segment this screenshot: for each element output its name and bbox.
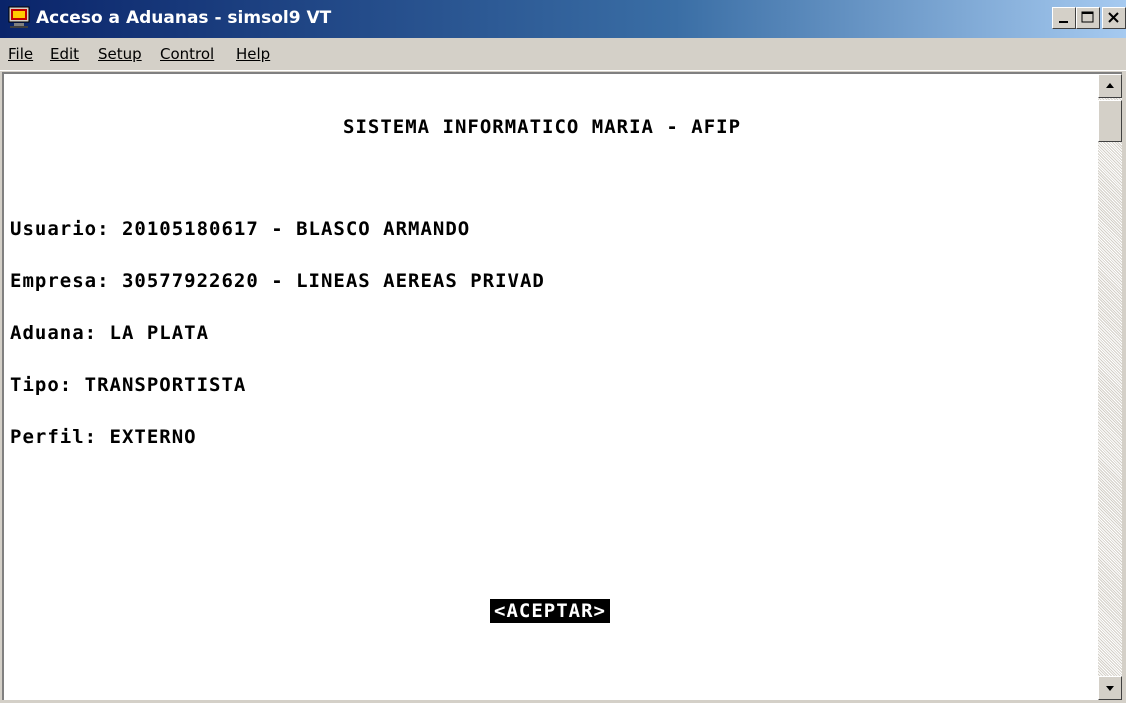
- menu-setup[interactable]: Setup: [98, 45, 142, 63]
- vertical-scrollbar[interactable]: [1098, 74, 1122, 700]
- aduana-line: Aduana: LA PLATA: [10, 322, 210, 344]
- menu-help-label: Help: [236, 45, 271, 63]
- menu-edit-label: Edit: [50, 45, 80, 63]
- close-icon: [1108, 12, 1119, 23]
- menu-file[interactable]: File: [8, 45, 33, 63]
- terminal-frame: SISTEMA INFORMATICO MARIA - AFIP Usuario…: [2, 72, 1122, 700]
- tipo-line: Tipo: TRANSPORTISTA: [10, 374, 247, 396]
- menu-control[interactable]: Control: [160, 45, 214, 63]
- minimize-button[interactable]: [1052, 7, 1076, 29]
- window-title: Acceso a Aduanas - simsol9 VT: [36, 8, 332, 28]
- perfil-line: Perfil: EXTERNO: [10, 426, 197, 448]
- terminal-app-icon[interactable]: [8, 6, 30, 28]
- maximize-button[interactable]: [1076, 7, 1100, 29]
- menu-setup-label: Setup: [98, 45, 142, 63]
- usuario-line: Usuario: 20105180617 - BLASCO ARMANDO: [10, 218, 471, 240]
- scroll-down-button[interactable]: [1098, 676, 1122, 700]
- arrow-up-icon: [1106, 83, 1114, 88]
- close-button[interactable]: [1102, 7, 1126, 29]
- terminal-window: Acceso a Aduanas - simsol9 VT File Edit …: [0, 0, 1126, 700]
- screen-header: SISTEMA INFORMATICO MARIA - AFIP: [343, 116, 742, 138]
- menu-bar: File Edit Setup Control Help: [0, 38, 1126, 71]
- scroll-thumb[interactable]: [1098, 100, 1122, 142]
- menu-edit[interactable]: Edit: [50, 45, 79, 63]
- menu-file-label: File: [8, 45, 34, 63]
- minimize-icon: [1059, 21, 1068, 23]
- menu-help[interactable]: Help: [236, 45, 270, 63]
- accept-button[interactable]: <ACEPTAR>: [490, 599, 610, 623]
- menu-control-label: Control: [160, 45, 215, 63]
- scroll-up-button[interactable]: [1098, 74, 1122, 98]
- arrow-down-icon: [1106, 686, 1114, 691]
- title-bar[interactable]: Acceso a Aduanas - simsol9 VT: [0, 0, 1126, 38]
- terminal-screen[interactable]: SISTEMA INFORMATICO MARIA - AFIP Usuario…: [4, 74, 1096, 700]
- empresa-line: Empresa: 30577922620 - LINEAS AEREAS PRI…: [10, 270, 545, 292]
- maximize-icon: [1081, 11, 1094, 23]
